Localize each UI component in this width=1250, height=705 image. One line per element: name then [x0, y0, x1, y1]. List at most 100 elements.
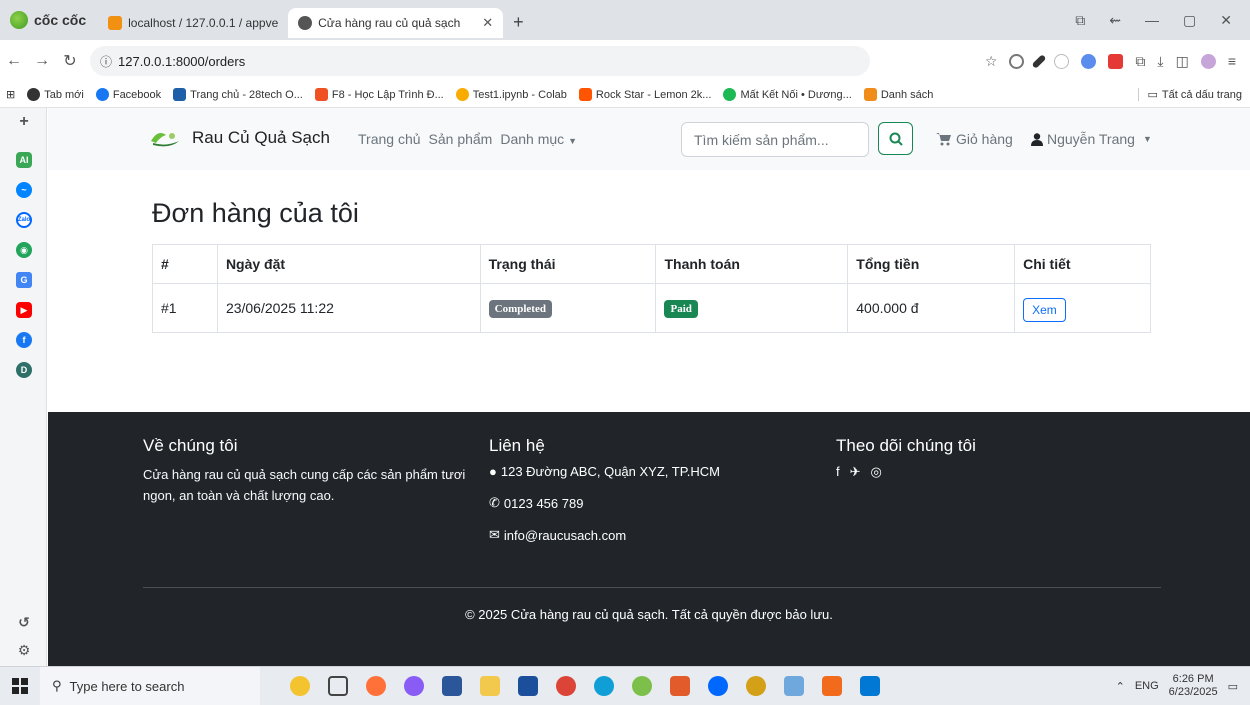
puzzle-icon[interactable]: ⧉	[1135, 53, 1145, 70]
youtube-icon[interactable]: ▶	[16, 302, 32, 318]
file-explorer-icon[interactable]	[480, 676, 500, 696]
messenger-icon[interactable]: ~	[16, 182, 32, 198]
notification-icon[interactable]: ▭	[1228, 680, 1238, 693]
facebook-icon	[95, 88, 109, 101]
chevron-up-icon[interactable]: ⌃	[1116, 680, 1125, 693]
tab-title: localhost / 127.0.0.1 / appvege / p	[128, 16, 279, 30]
bookmark-spotify[interactable]: Mất Kết Nối • Dương...	[717, 88, 857, 101]
taskbar-search-placeholder: Type here to search	[69, 678, 185, 694]
back-button[interactable]: ←	[0, 52, 28, 70]
store-icon[interactable]	[518, 676, 538, 696]
shield-icon[interactable]	[1009, 53, 1025, 69]
menu-icon[interactable]: ≡	[1228, 53, 1236, 69]
browser-sidebar: + AI ~ Zalo ◉ G ▶ f D ↺ ⚙	[0, 108, 47, 666]
apps-grid-icon[interactable]: ⊞	[0, 88, 21, 101]
copilot-icon[interactable]	[404, 676, 424, 696]
add-icon[interactable]: +	[16, 113, 32, 130]
footer-about-title: Về chúng tôi	[143, 436, 238, 455]
star-icon[interactable]: ☆	[985, 53, 998, 70]
minimize-button[interactable]: —	[1145, 12, 1159, 28]
profile-d-icon[interactable]: D	[16, 362, 32, 378]
system-tray: ⌃ ENG 6:26 PM 6/23/2025 ▭	[1116, 673, 1250, 699]
product-search-input[interactable]	[681, 122, 869, 157]
nav-home[interactable]: Trang chủ	[358, 131, 421, 147]
clock-date: 6/23/2025	[1168, 686, 1218, 698]
facebook-icon[interactable]: f	[16, 332, 32, 348]
reload-button[interactable]: ↻	[56, 51, 84, 71]
facebook-icon[interactable]: f	[836, 464, 840, 480]
envelope-icon: ✉	[489, 527, 500, 542]
bookmark-list[interactable]: Danh sách	[858, 88, 940, 101]
word-icon[interactable]	[442, 676, 462, 696]
bookmarks-bar: ⊞ Tab mới Facebook Trang chủ - 28tech O.…	[0, 82, 1250, 108]
zalo-icon[interactable]: Zalo	[16, 212, 32, 228]
bookmark-rockstar[interactable]: Rock Star - Lemon 2k...	[573, 88, 718, 101]
globe-icon	[298, 16, 313, 30]
browser-logo[interactable]: cốc cốc	[0, 11, 98, 29]
window-controls: ⧉ ⇜ — ▢ ✕	[1075, 12, 1250, 29]
xampp-icon[interactable]	[670, 676, 690, 696]
vscode-icon[interactable]	[860, 676, 880, 696]
brand[interactable]: Rau Củ Quả Sạch	[148, 127, 330, 149]
close-tab-icon[interactable]: ✕	[482, 15, 493, 31]
bookmark-f8[interactable]: F8 - Học Lập Trình Đ...	[309, 88, 450, 101]
eyedropper-icon[interactable]	[1031, 53, 1047, 69]
all-bookmarks[interactable]: ▭ Tất cả dấu trang	[1138, 88, 1250, 101]
firefox-icon[interactable]	[366, 676, 386, 696]
extension-red-icon[interactable]	[1108, 53, 1124, 69]
phone-text: 0123 456 789	[503, 495, 584, 511]
view-order-button[interactable]: Xem	[1023, 298, 1066, 322]
task-view-icon[interactable]	[328, 676, 348, 696]
tab-phpmyadmin[interactable]: localhost / 127.0.0.1 / appvege / p	[98, 8, 288, 38]
zalo-icon[interactable]	[708, 676, 728, 696]
bookmark-label: Test1.ipynb - Colab	[472, 88, 567, 101]
chrome-icon[interactable]	[556, 676, 576, 696]
tab-shop[interactable]: Cửa hàng rau củ quả sạch ✕	[288, 8, 504, 38]
bookmark-new-tab[interactable]: Tab mới	[21, 88, 90, 101]
footer-divider	[143, 587, 1161, 588]
taskbar-search[interactable]: ⚲ Type here to search	[40, 666, 260, 705]
compass-icon[interactable]	[1054, 53, 1070, 69]
f8-icon	[314, 88, 328, 101]
profile-icon[interactable]	[1200, 53, 1216, 69]
bookmark-facebook[interactable]: Facebook	[90, 88, 167, 101]
start-button[interactable]	[0, 678, 40, 694]
globe-icon	[27, 88, 41, 101]
extension-blue-icon[interactable]	[1081, 53, 1097, 69]
app-icon[interactable]	[746, 676, 766, 696]
copilot-sparkle-icon[interactable]	[290, 676, 310, 696]
game-icon[interactable]: ◉	[16, 242, 32, 258]
bookmark-colab[interactable]: Test1.ipynb - Colab	[450, 88, 573, 101]
bookmark-28tech[interactable]: Trang chủ - 28tech O...	[167, 88, 309, 101]
footer-phone: ✆ 0123 456 789	[489, 495, 819, 511]
site-info-icon[interactable]: ⓘ	[100, 53, 112, 70]
ai-icon[interactable]: AI	[16, 152, 32, 168]
forward-button[interactable]: →	[28, 52, 56, 70]
edge-icon[interactable]	[594, 676, 614, 696]
sidepanel-icon[interactable]: ◫	[1176, 53, 1189, 70]
tool-icon[interactable]	[822, 676, 842, 696]
coccoc-icon[interactable]	[632, 676, 652, 696]
footer-follow-title: Theo dõi chúng tôi	[836, 436, 976, 455]
nav-categories[interactable]: Danh mục ▼	[500, 131, 577, 147]
copyright: © 2025 Cửa hàng rau củ quả sạch. Tất cả …	[465, 607, 833, 622]
download-icon[interactable]: ⤓	[1157, 53, 1163, 70]
twitter-icon[interactable]: ✈	[850, 464, 861, 480]
translate-icon[interactable]: G	[16, 272, 32, 288]
history-icon[interactable]: ↺	[16, 614, 32, 630]
close-window-button[interactable]: ✕	[1220, 12, 1232, 29]
url-field[interactable]: ⓘ 127.0.0.1:8000/orders	[90, 46, 870, 76]
paint-icon[interactable]	[784, 676, 804, 696]
nav-products[interactable]: Sản phẩm	[429, 131, 493, 147]
language-indicator[interactable]: ENG	[1135, 680, 1159, 692]
clock[interactable]: 6:26 PM 6/23/2025	[1169, 673, 1218, 699]
back-arrow-icon[interactable]: ⇜	[1109, 12, 1121, 29]
instagram-icon[interactable]: ◎	[871, 464, 882, 480]
user-menu[interactable]: Nguyễn Trang ▼	[1031, 131, 1152, 147]
cart-link[interactable]: Giỏ hàng	[936, 131, 1013, 147]
settings-gear-icon[interactable]: ⚙	[16, 642, 32, 658]
new-tab-button[interactable]: +	[503, 12, 534, 33]
screenshot-icon[interactable]: ⧉	[1075, 12, 1085, 29]
maximize-button[interactable]: ▢	[1183, 12, 1196, 29]
search-button[interactable]	[878, 122, 913, 155]
